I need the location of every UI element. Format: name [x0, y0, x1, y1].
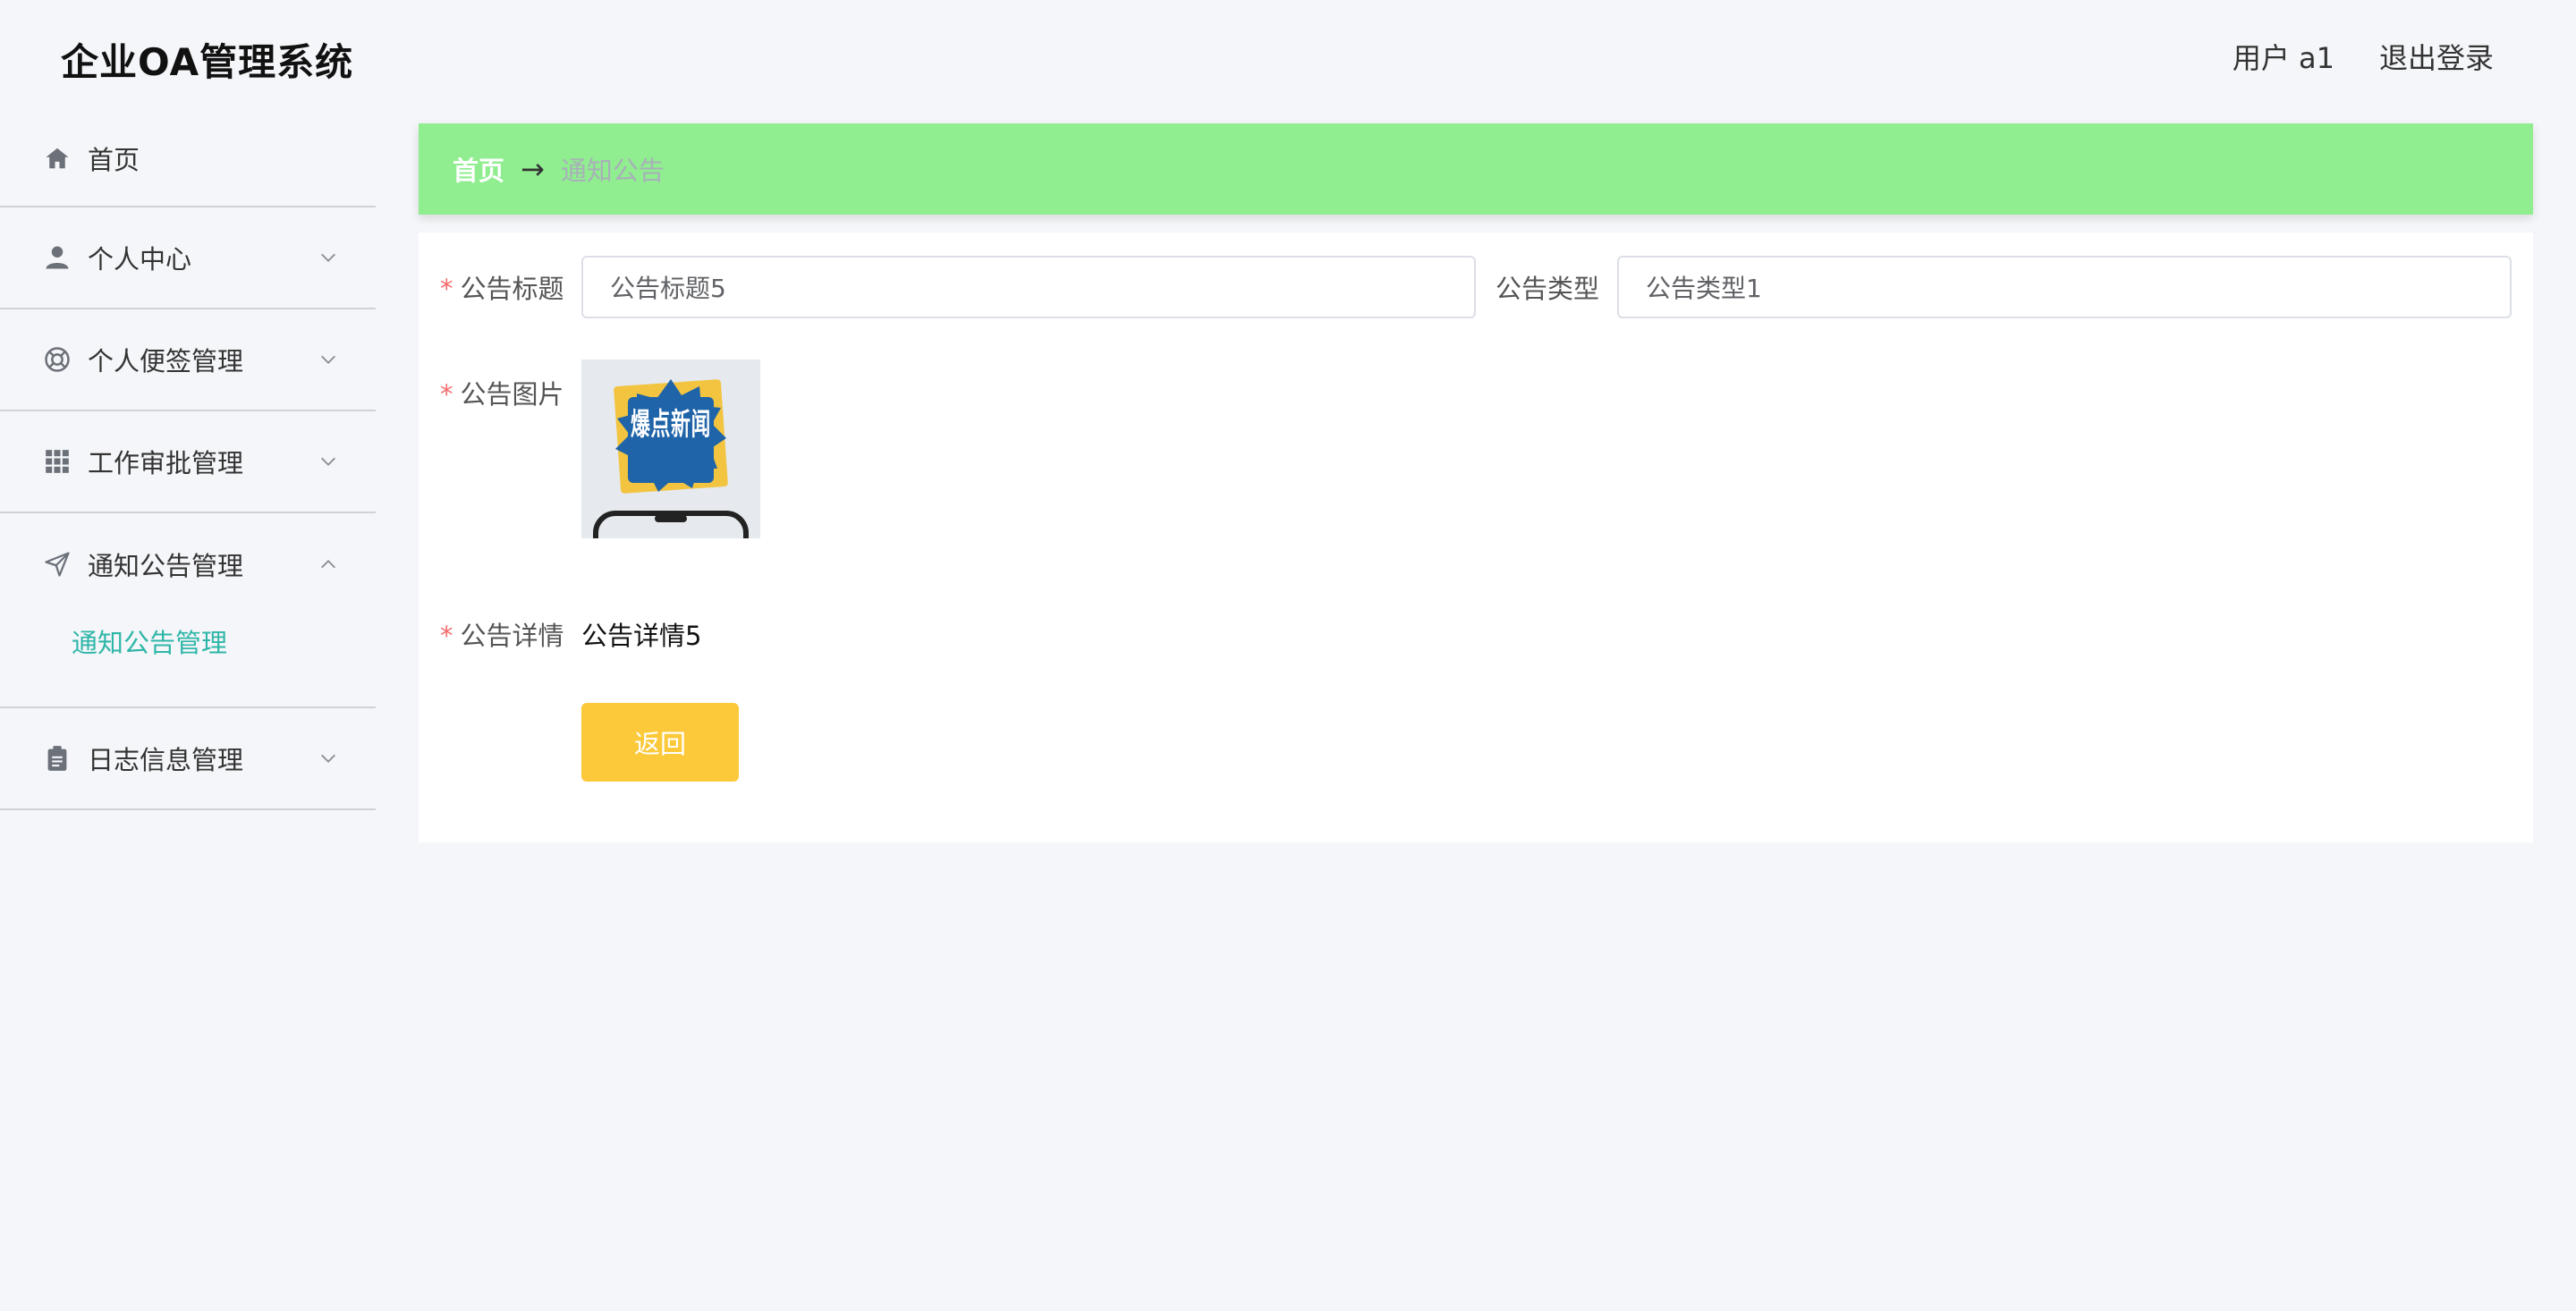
sidebar-item-home[interactable]: 首页 [0, 111, 376, 207]
sidebar-item-label: 首页 [88, 145, 140, 175]
chevron-down-icon [321, 457, 335, 466]
breadcrumb-current: 通知公告 [560, 156, 665, 186]
home-icon [43, 144, 72, 173]
send-icon [43, 550, 72, 579]
detail-label: * 公告详情 [440, 621, 564, 651]
sidebar-item-label: 个人便签管理 [88, 346, 244, 376]
detail-value: 公告详情5 [581, 621, 702, 651]
sidebar-item-notes[interactable]: 个人便签管理 [0, 309, 376, 411]
logout-button[interactable]: 退出登录 [2379, 36, 2494, 77]
sidebar-item-label: 日志信息管理 [88, 745, 244, 775]
chevron-down-icon [321, 253, 335, 262]
notice-detail-form: * 公告标题 公告标题5 公告类型 公告类型1 * 公告图片 爆点新闻 * 公告详情 … [419, 233, 2533, 842]
submenu-item-notice-manage[interactable]: 通知公告管理 [72, 622, 227, 660]
sidebar-item-label: 通知公告管理 [88, 551, 244, 581]
type-input[interactable]: 公告类型1 [1617, 256, 2512, 318]
breadcrumb: 首页 → 通知公告 [419, 123, 2533, 215]
image-label: * 公告图片 [440, 379, 564, 410]
svg-text:爆点新闻: 爆点新闻 [631, 407, 711, 443]
breadcrumb-home[interactable]: 首页 [453, 150, 504, 188]
sidebar-item-logs[interactable]: 日志信息管理 [0, 708, 376, 810]
chevron-down-icon [321, 355, 335, 364]
notice-image[interactable]: 爆点新闻 [581, 359, 760, 538]
user-area: 用户 a1 退出登录 [2233, 36, 2494, 77]
chevron-down-icon [321, 754, 335, 763]
sidebar-item-label: 个人中心 [88, 244, 192, 275]
sidebar-item-personal-center[interactable]: 个人中心 [0, 207, 376, 309]
sidebar-item-notice[interactable]: 通知公告管理 [0, 513, 376, 615]
title-label: * 公告标题 [440, 274, 564, 304]
grid-icon [43, 447, 72, 476]
app-title: 企业OA管理系统 [61, 40, 354, 84]
chevron-up-icon [321, 560, 335, 569]
back-button[interactable]: 返回 [581, 703, 739, 782]
sidebar-item-approval[interactable]: 工作审批管理 [0, 411, 376, 513]
type-label: 公告类型 [1496, 274, 1600, 304]
sidebar-item-label: 工作审批管理 [88, 448, 244, 478]
news-badge-icon: 爆点新闻 [581, 359, 760, 538]
submenu-notice: 通知公告管理 [0, 615, 376, 708]
sidebar: 首页 个人中心 个人便签管理 工作审批管理 通知公告管理 通知公告管理 日志信息… [0, 111, 376, 1311]
breadcrumb-separator: → [521, 152, 545, 186]
lifebuoy-icon [43, 345, 72, 374]
title-input[interactable]: 公告标题5 [581, 256, 1476, 318]
user-name-label[interactable]: 用户 a1 [2233, 36, 2334, 77]
top-bar: 企业OA管理系统 用户 a1 退出登录 [0, 0, 2576, 111]
user-icon [43, 243, 72, 272]
clipboard-icon [43, 744, 72, 773]
